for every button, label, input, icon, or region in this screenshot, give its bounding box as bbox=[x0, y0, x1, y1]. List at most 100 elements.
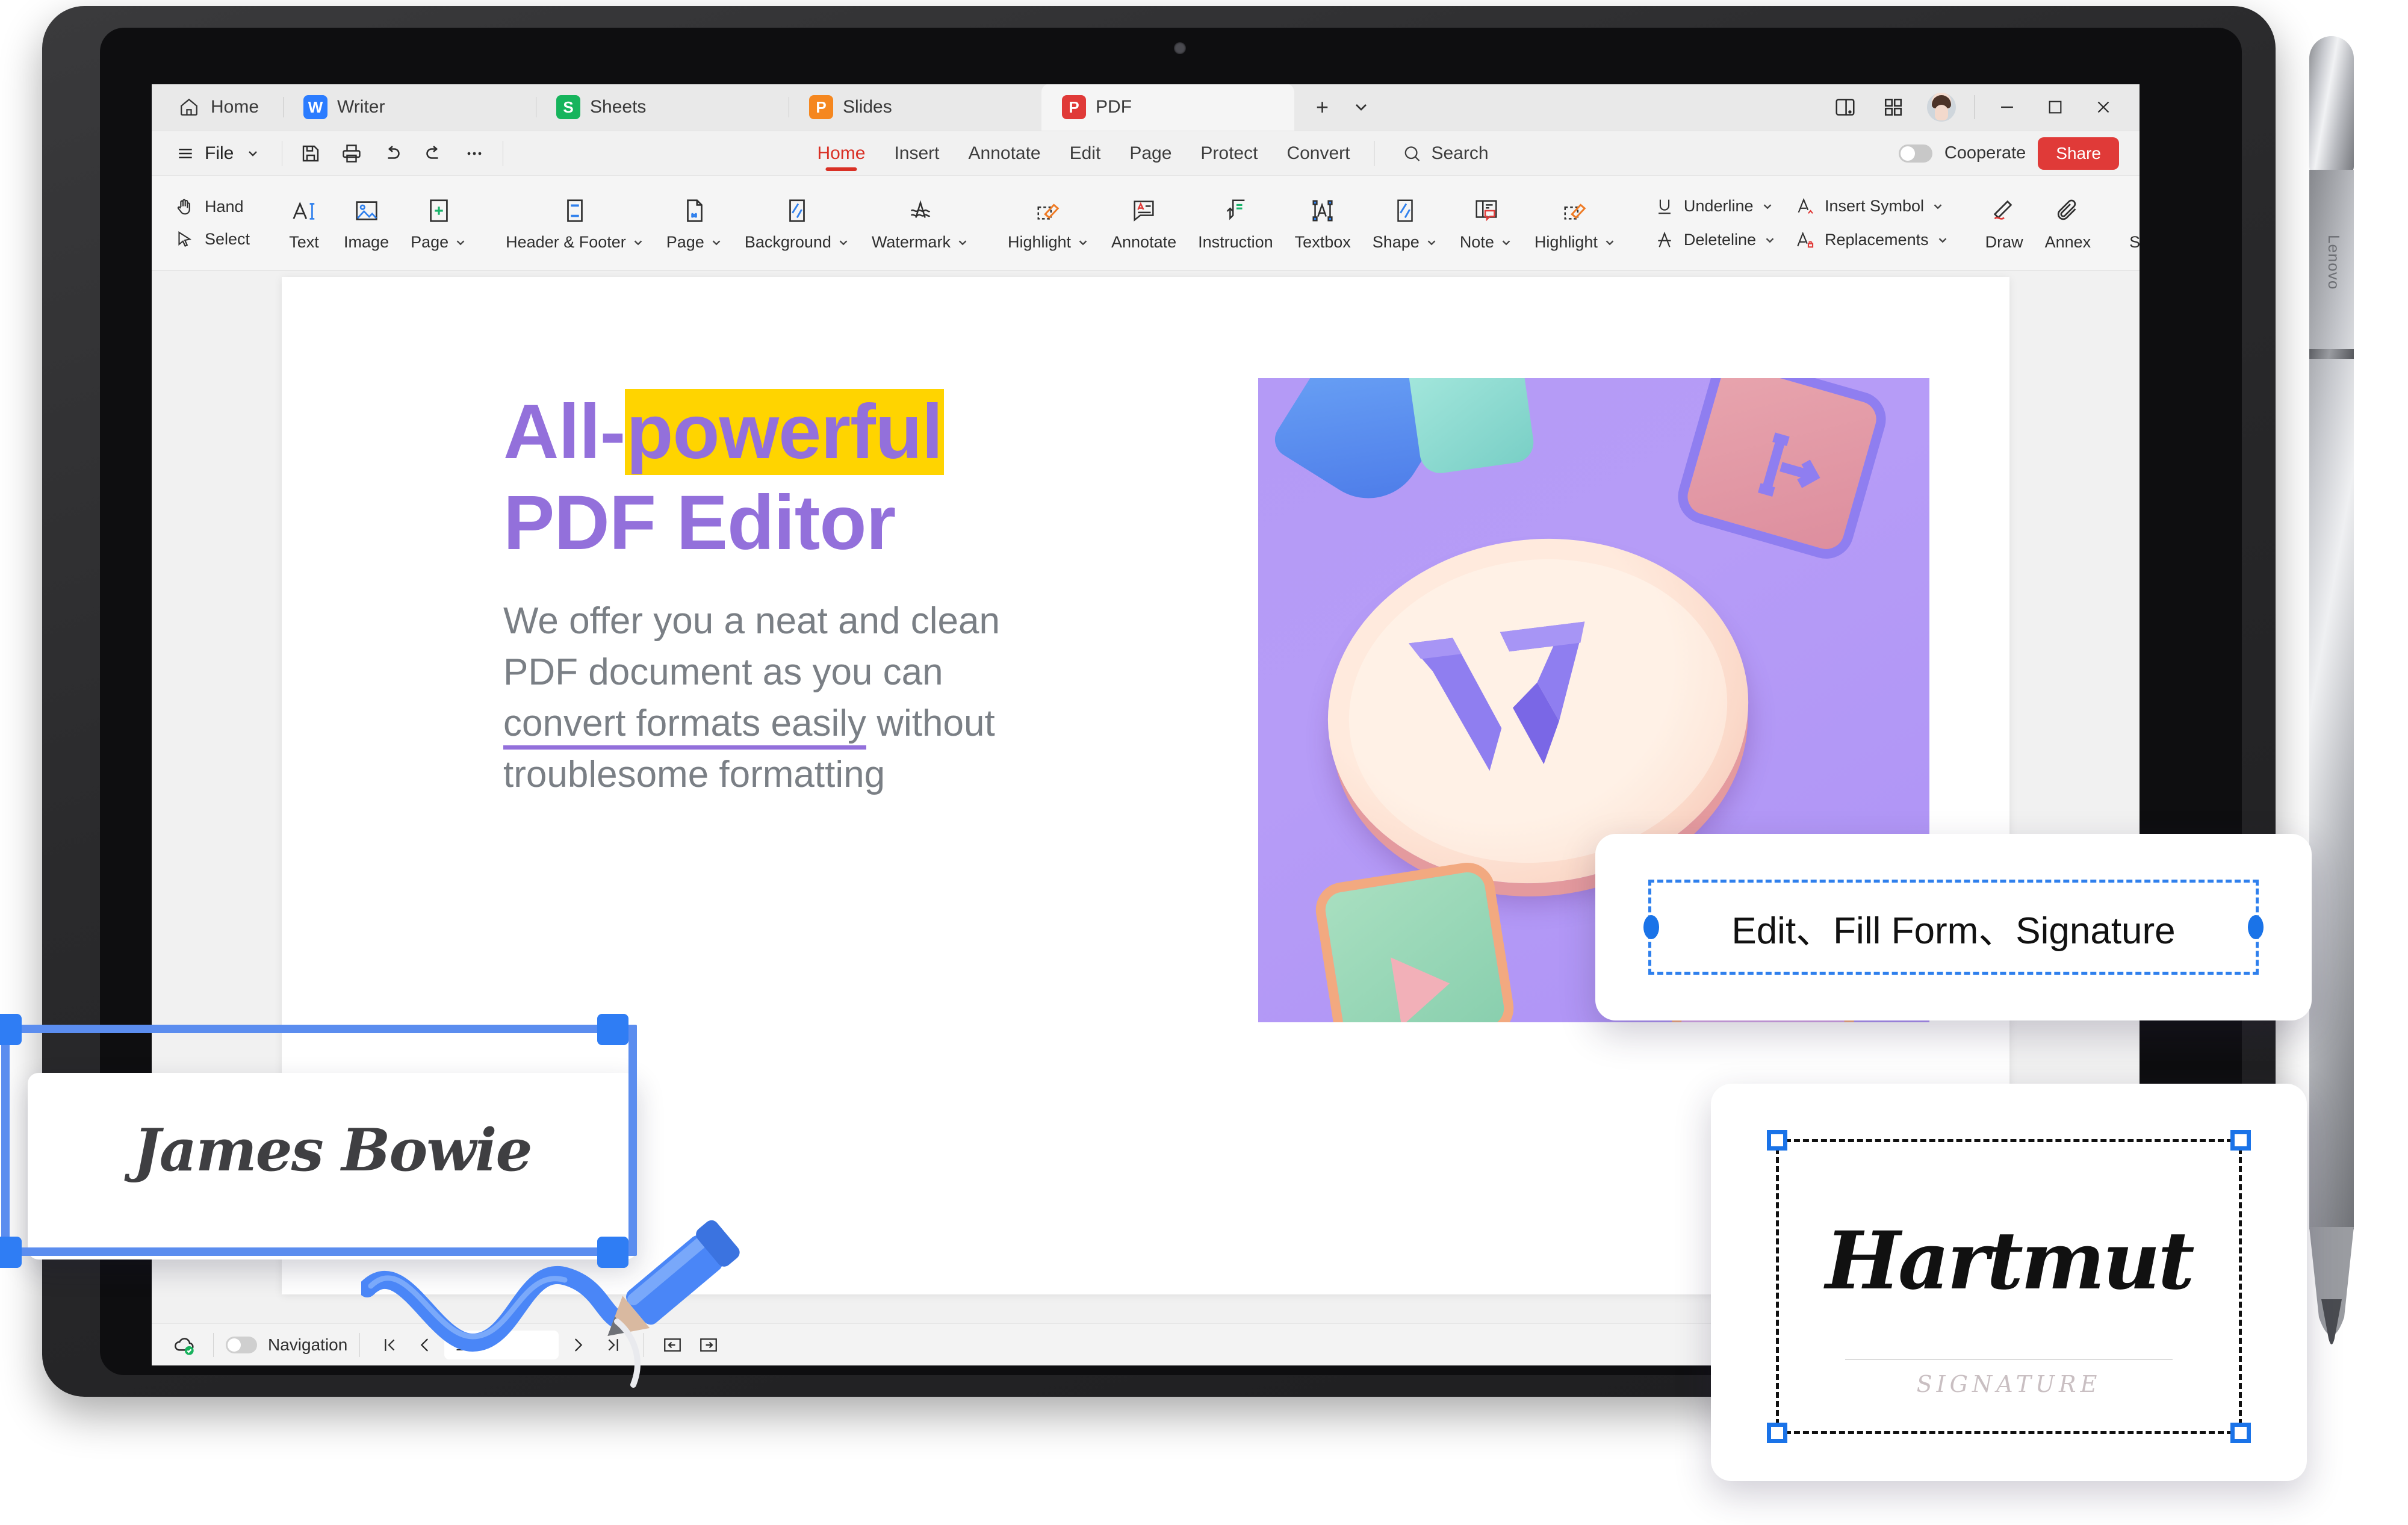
tab-sheets[interactable]: S Sheets bbox=[536, 84, 789, 131]
insert-symbol-button[interactable]: Insert Symbol bbox=[1793, 194, 1949, 219]
ribbon-tab-edit[interactable]: Edit bbox=[1055, 131, 1116, 176]
body-line-2: PDF document as you can bbox=[503, 651, 943, 693]
ribbon-tab-insert[interactable]: Insert bbox=[880, 131, 954, 176]
divider bbox=[213, 1332, 214, 1357]
textbox-button-label: Textbox bbox=[1294, 233, 1351, 251]
signature-selection-box[interactable]: Hartmut SIGNATURE bbox=[1767, 1130, 2251, 1443]
ribbon-tab-home[interactable]: Home bbox=[802, 131, 880, 176]
chevron-down-icon bbox=[839, 240, 848, 245]
minimize-icon[interactable] bbox=[1984, 84, 2030, 131]
ribbon-tab-convert-label: Convert bbox=[1286, 143, 1350, 163]
hero-textfield-chip bbox=[1671, 378, 1893, 565]
page-add-text: Page bbox=[411, 233, 449, 251]
select-tool-button[interactable]: Select bbox=[172, 228, 250, 252]
tab-slides[interactable]: P Slides bbox=[789, 84, 1041, 131]
image-button[interactable]: Image bbox=[333, 194, 400, 252]
shape-button[interactable]: Shape bbox=[1362, 194, 1449, 252]
quick-access-toolbar bbox=[292, 137, 493, 170]
chevron-down-icon bbox=[1427, 240, 1436, 245]
annex-button[interactable]: Annex bbox=[2034, 194, 2102, 252]
ribbon-tab-annotate[interactable]: Annotate bbox=[954, 131, 1055, 176]
underline-button[interactable]: Underline bbox=[1652, 194, 1777, 219]
deleteline-button[interactable]: Deleteline bbox=[1652, 228, 1777, 252]
highlight-button-2[interactable]: Highlight bbox=[1524, 194, 1627, 252]
page-add-button[interactable]: Page bbox=[400, 194, 478, 252]
close-icon[interactable] bbox=[2081, 84, 2126, 131]
chevron-down-icon[interactable] bbox=[1349, 95, 1373, 119]
grid-view-icon[interactable] bbox=[1870, 84, 1916, 131]
selection-handle-bottom-right[interactable] bbox=[2230, 1423, 2251, 1443]
ribbon-tab-convert[interactable]: Convert bbox=[1272, 131, 1364, 176]
split-view-icon[interactable] bbox=[1822, 84, 1868, 131]
ribbon-tab-annotate-label: Annotate bbox=[968, 143, 1041, 163]
header-footer-button[interactable]: Header & Footer bbox=[495, 194, 656, 252]
hamburger-icon bbox=[173, 141, 197, 166]
annotate-group: Highlight Annotate Instruction Textbox S… bbox=[997, 185, 1627, 262]
selection-handle-bottom-left[interactable] bbox=[1767, 1423, 1787, 1443]
headline-line2: PDF Editor bbox=[503, 480, 896, 567]
selection-handle-top-left[interactable] bbox=[0, 1014, 22, 1045]
search-icon bbox=[1400, 141, 1424, 166]
navigation-toggle[interactable] bbox=[226, 1336, 257, 1353]
print-icon[interactable] bbox=[333, 137, 370, 170]
edit-fillform-signature-card[interactable]: Edit、Fill Form、Signature bbox=[1595, 834, 2312, 1020]
hand-icon bbox=[172, 195, 196, 219]
selection-handle-top-right[interactable] bbox=[2230, 1130, 2251, 1151]
page-add-icon bbox=[423, 194, 455, 227]
watermark-button[interactable]: Watermark bbox=[861, 194, 980, 252]
blue-pencil-illustration bbox=[361, 1220, 740, 1388]
stylus-brand-label: Lenovo bbox=[2325, 235, 2343, 290]
note-button[interactable]: Note bbox=[1449, 194, 1524, 252]
replacements-button[interactable]: Replacements bbox=[1793, 228, 1949, 252]
page-number-button[interactable]: Page bbox=[656, 194, 734, 252]
tab-pdf[interactable]: P PDF bbox=[1041, 84, 1295, 131]
background-button[interactable]: Background bbox=[734, 194, 861, 252]
selection-handle-bottom-left[interactable] bbox=[0, 1237, 22, 1268]
draw-button[interactable]: Draw bbox=[1975, 194, 2034, 252]
shape-icon bbox=[1389, 194, 1421, 227]
fountain-pen-icon bbox=[2139, 194, 2140, 227]
new-tab-button[interactable]: + bbox=[1316, 95, 1329, 120]
undo-icon[interactable] bbox=[374, 137, 411, 170]
selection-handle-left[interactable] bbox=[1643, 915, 1659, 939]
menu-right-actions: Cooperate Share bbox=[1898, 137, 2125, 170]
file-menu-button[interactable]: File bbox=[166, 141, 272, 166]
edit-card-text: Edit、Fill Form、Signature bbox=[1731, 910, 2176, 952]
divider bbox=[359, 1332, 361, 1357]
highlighter-icon bbox=[1559, 194, 1592, 227]
hand-tool-button[interactable]: Hand bbox=[172, 195, 250, 219]
hero-lock-chip bbox=[1405, 378, 1536, 476]
tab-writer[interactable]: W Writer bbox=[283, 84, 536, 131]
ribbon-tab-home-label: Home bbox=[817, 143, 866, 163]
tab-home[interactable]: Home bbox=[152, 84, 283, 131]
text-button[interactable]: Text bbox=[275, 194, 333, 252]
highlight-label: Highlight bbox=[1008, 233, 1090, 252]
ribbon-tab-protect[interactable]: Protect bbox=[1186, 131, 1272, 176]
instruction-button[interactable]: Instruction bbox=[1187, 194, 1284, 252]
sign-button[interactable]: Sign bbox=[2118, 194, 2140, 252]
selection-handle-right[interactable] bbox=[2248, 915, 2264, 939]
text-selection-box[interactable]: Edit、Fill Form、Signature bbox=[1643, 880, 2264, 975]
cloud-sync-icon[interactable] bbox=[167, 1328, 201, 1362]
hand-tool-label: Hand bbox=[205, 197, 244, 216]
more-icon[interactable] bbox=[456, 137, 493, 170]
share-button[interactable]: Share bbox=[2038, 137, 2119, 170]
maximize-icon[interactable] bbox=[2032, 84, 2078, 131]
menu-bar: File Home Insert Annotate Edit Page Prot… bbox=[152, 131, 2140, 176]
chevron-down-icon bbox=[958, 240, 967, 245]
writer-icon: W bbox=[303, 95, 328, 119]
search-button[interactable]: Search bbox=[1384, 141, 1489, 166]
redo-icon[interactable] bbox=[415, 137, 452, 170]
highlight-button[interactable]: Highlight bbox=[997, 194, 1100, 252]
textbox-button[interactable]: Textbox bbox=[1284, 194, 1362, 252]
user-avatar[interactable] bbox=[1927, 93, 1956, 122]
tab-bar: Home W Writer S Sheets P Slides P PDF + bbox=[152, 84, 2140, 131]
save-icon[interactable] bbox=[292, 137, 329, 170]
annotate-button[interactable]: Annotate bbox=[1100, 194, 1187, 252]
cooperate-toggle[interactable] bbox=[1898, 144, 1932, 163]
body-line-1: We offer you a neat and clean bbox=[503, 600, 1000, 642]
ribbon-tab-page[interactable]: Page bbox=[1115, 131, 1186, 176]
text-insert-icon bbox=[288, 194, 320, 227]
signature-card[interactable]: Hartmut SIGNATURE bbox=[1711, 1084, 2307, 1481]
selection-handle-top-left[interactable] bbox=[1767, 1130, 1787, 1151]
